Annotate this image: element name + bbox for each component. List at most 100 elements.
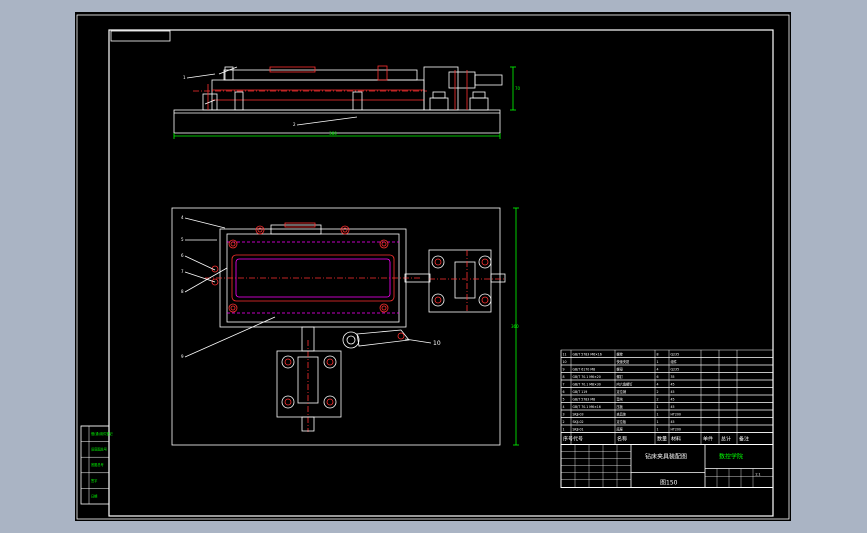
nut-washer [432, 91, 446, 99]
bom-cell: 7 [563, 383, 565, 387]
bom-cell: GB/T 6170 M8 [573, 368, 596, 372]
bottom-clamp-base [276, 350, 342, 418]
support-post [234, 91, 244, 111]
leader-label: 6 [181, 253, 184, 258]
bom-header-cell: 代号 [573, 436, 583, 443]
bom-cell: 组件 [671, 359, 678, 364]
dim-text-top-height: 360 [511, 324, 519, 329]
leader-line [184, 316, 276, 358]
clamp-bolt-head [431, 293, 445, 307]
bom-cell: 10 [563, 360, 567, 364]
top-base-plate [171, 207, 501, 446]
drawing-title: 钻床夹具装配图 [645, 453, 687, 461]
bom-cell: 45 [671, 398, 675, 402]
bom-cell: 4 [563, 405, 565, 409]
bom-row [560, 409, 774, 418]
leader-label: 2 [293, 122, 296, 127]
bom-row [560, 357, 774, 366]
bom-header-cell: 备注 [739, 436, 749, 443]
bom-cell: 45 [671, 383, 675, 387]
base-plate [173, 109, 501, 134]
bom-cell: 2 [657, 398, 659, 402]
leader-label: 1 [183, 75, 186, 80]
bom-header-cell: 序号 [563, 436, 573, 443]
clamp-bolt-inner [434, 258, 442, 266]
right-handle [490, 273, 506, 283]
bom-cell: 螺栓 [617, 352, 624, 357]
bom-cell: SKJJ-03 [573, 413, 584, 417]
bom-header-cell: 数量 [657, 436, 667, 443]
right-clamp-block [454, 261, 476, 299]
dim-text-height: 70 [515, 86, 521, 91]
dim-text-width: 380 [329, 131, 337, 136]
bom-cell: SKJJ-02 [573, 420, 584, 424]
bom-cell: 1 [563, 428, 565, 432]
left-stamp-text: 底图总号 [91, 462, 104, 467]
clamp-bolt-head [281, 355, 295, 369]
toggle-clamp-arm [356, 329, 410, 347]
bolt-hole-inner [230, 305, 236, 311]
drawing-number: 图150 [660, 480, 678, 487]
bom-cell: 1 [657, 428, 659, 432]
bom-cell: 45 [671, 390, 675, 394]
bolt-hole [340, 225, 350, 235]
top-view: 360 4 5 6 7 8 9 10 [171, 207, 519, 446]
leader-label-10: 10 [433, 340, 441, 347]
cad-drawing-canvas[interactable]: 38070123604567891011 GB/T 5783 M6×16 螺栓 8 Q2… [75, 12, 791, 521]
leader-line [218, 66, 238, 75]
bom-table: 11 GB/T 5783 M6×16 螺栓 8 Q23510 快速夹钳 1 组件9 GB/T 6… [560, 349, 774, 445]
screw-handle [474, 74, 503, 86]
bom-cell: SKJJ-01 [573, 428, 584, 432]
clamp-pad [269, 66, 316, 73]
bom-cell: 1 [657, 420, 659, 424]
clamp-bolt-inner [481, 296, 489, 304]
nut-washer [472, 91, 486, 99]
bom-cell: 螺母 [617, 367, 623, 372]
left-stamp-text: 旧底图总号 [91, 447, 107, 452]
left-stamp-text: 借(通)用件登记 [91, 431, 113, 436]
clamp-bolt-inner [434, 296, 442, 304]
drawing-number-tag [110, 30, 171, 42]
clamp-bolt-inner [284, 358, 292, 366]
bom-cell: 3 [563, 413, 565, 417]
toggle-clamp-pivot-inner [346, 335, 356, 345]
bom-cell: Q235 [671, 353, 680, 357]
title-block: 钻床夹具装配图 数控学院图150 1:1 [560, 444, 774, 488]
bom-cell: GB/T 70.1 M6×20 [573, 375, 601, 379]
leader-label: 8 [181, 289, 184, 294]
toggle-clamp-pin [397, 332, 405, 340]
clamp-bolt-inner [326, 398, 334, 406]
bom-cell: 定位销 [617, 389, 627, 394]
bom-cell: 1 [657, 405, 659, 409]
bom-cell: GB/T 5783 M6×16 [573, 353, 602, 357]
clamp-bolt-head [478, 293, 492, 307]
left-stamp-text: 日期 [91, 493, 97, 498]
bom-header-cell: 材料 [671, 436, 681, 443]
cad-viewport[interactable]: 380 70 1 2 360 4 5 6 7 8 9 10 11 GB/T 5783 M6×16 螺栓 8 Q2… [75, 12, 791, 521]
bom-cell: HT200 [671, 413, 681, 417]
clamp-bolt-head [478, 255, 492, 269]
bom-cell: 6 [657, 375, 659, 379]
leader-label: 5 [181, 237, 184, 242]
bom-cell: 8 [657, 353, 659, 357]
bom-cell: Q235 [671, 368, 680, 372]
bolt-hole-inner [230, 241, 236, 247]
bolt-hole-inner [381, 305, 387, 311]
bom-cell: 快速夹钳 [617, 359, 631, 364]
bom-row [560, 387, 774, 396]
clamp-bolt-inner [326, 358, 334, 366]
bom-cell: 夹具体 [617, 412, 627, 417]
leader-label: 9 [181, 354, 184, 359]
leader-line [184, 255, 216, 271]
bom-cell: GB/T 70.1 M8×30 [573, 383, 601, 387]
bom-cell: 11 [563, 353, 567, 357]
locating-plate [223, 69, 418, 81]
hex-nut [429, 97, 449, 111]
bom-cell: 4 [657, 383, 659, 387]
clamp-bolt-inner [284, 398, 292, 406]
bolt-hole [228, 303, 238, 313]
bom-header-cell: 名称 [617, 436, 627, 443]
leader-line [186, 73, 216, 79]
clamp-block [423, 66, 459, 111]
outer-border [76, 14, 790, 520]
